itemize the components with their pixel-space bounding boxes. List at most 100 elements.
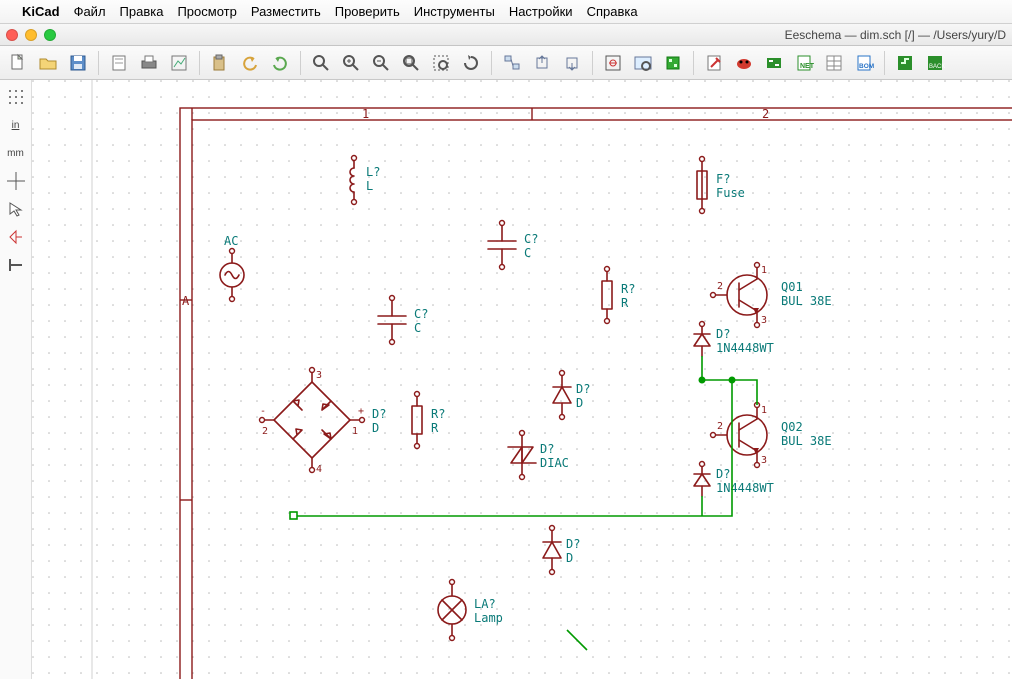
svg-text:C?: C? [414,307,428,321]
footprint-editor-button[interactable] [659,50,687,76]
svg-text:NET: NET [800,63,814,70]
svg-text:BUL 38E: BUL 38E [781,294,832,308]
pcb-run-button[interactable] [891,50,919,76]
window-title: Eeschema — dim.sch [/] — /Users/yury/D [64,28,1006,42]
svg-text:D?: D? [566,537,580,551]
window-close-button[interactable] [6,29,18,41]
menu-tools[interactable]: Инструменты [414,4,495,19]
toolbar-separator [300,51,301,75]
toolbar-separator [884,51,885,75]
paste-button[interactable] [206,50,234,76]
svg-text:D?: D? [372,407,386,421]
zoom-fit-button[interactable] [397,50,425,76]
netlist-button[interactable]: NET [790,50,818,76]
save-button[interactable] [64,50,92,76]
symbol-browser-button[interactable] [629,50,657,76]
symbol-editor-button[interactable] [599,50,627,76]
svg-text:F?: F? [716,172,730,186]
svg-text:1: 1 [761,405,767,416]
editor-area: in mm 1 2 [0,80,1012,679]
main-toolbar: NET BOM BACK [0,46,1012,80]
menu-place[interactable]: Разместить [251,4,321,19]
schematic-svg[interactable]: 1 2 A AC [32,80,1012,679]
svg-text:A: A [182,294,190,308]
svg-text:1N4448WT: 1N4448WT [716,341,774,355]
svg-text:R: R [431,421,439,435]
find-button[interactable] [307,50,335,76]
svg-text:C: C [414,321,421,335]
svg-text:D: D [566,551,573,565]
svg-text:D?: D? [716,467,730,481]
svg-text:-: - [260,406,266,417]
undo-button[interactable] [236,50,264,76]
svg-text:1: 1 [352,426,358,437]
print-button[interactable] [135,50,163,76]
svg-text:D?: D? [716,327,730,341]
hier-leave-button[interactable] [528,50,556,76]
svg-text:3: 3 [761,455,767,466]
svg-text:D: D [372,421,379,435]
zoom-out-button[interactable] [367,50,395,76]
symbol-fields-button[interactable] [820,50,848,76]
svg-text:L: L [366,179,373,193]
hidden-pins-button[interactable] [3,224,29,250]
page-setup-button[interactable] [105,50,133,76]
app-name[interactable]: KiCad [22,4,60,19]
units-in-button[interactable]: in [3,112,29,138]
redo-button[interactable] [266,50,294,76]
svg-text:3: 3 [761,315,767,326]
menu-file[interactable]: Файл [74,4,106,19]
traffic-lights [6,29,56,41]
schematic-canvas[interactable]: 1 2 A AC [32,80,1012,679]
erc-button[interactable] [730,50,758,76]
menu-edit[interactable]: Правка [120,4,164,19]
svg-text:1: 1 [761,265,767,276]
cursor-std-button[interactable] [3,196,29,222]
hier-nav-button[interactable] [498,50,526,76]
cursor-full-button[interactable] [3,168,29,194]
plot-button[interactable] [165,50,193,76]
window-titlebar: Eeschema — dim.sch [/] — /Users/yury/D [0,24,1012,46]
svg-text:R: R [621,296,629,310]
menu-help[interactable]: Справка [587,4,638,19]
new-button[interactable] [4,50,32,76]
refresh-button[interactable] [457,50,485,76]
svg-text:2: 2 [762,107,769,121]
grid-toggle-button[interactable] [3,84,29,110]
svg-text:LA?: LA? [474,597,496,611]
toolbar-separator [693,51,694,75]
svg-text:D?: D? [576,382,590,396]
annotate-button[interactable] [700,50,728,76]
zoom-window-button[interactable] [427,50,455,76]
svg-text:C?: C? [524,232,538,246]
window-zoom-button[interactable] [44,29,56,41]
svg-text:1: 1 [362,107,369,121]
svg-text:AC: AC [224,234,238,248]
svg-text:2: 2 [717,281,723,292]
svg-text:L?: L? [366,165,380,179]
svg-text:BUL 38E: BUL 38E [781,434,832,448]
menu-inspect[interactable]: Проверить [335,4,400,19]
svg-text:D: D [576,396,583,410]
svg-text:1N4448WT: 1N4448WT [716,481,774,495]
units-mm-button[interactable]: mm [3,140,29,166]
toolbar-separator [592,51,593,75]
hier-enter-button[interactable] [558,50,586,76]
bus-direction-button[interactable] [3,252,29,278]
cvpcb-button[interactable] [760,50,788,76]
toolbar-separator [491,51,492,75]
menubar: KiCad Файл Правка Просмотр Разместить Пр… [0,0,1012,24]
svg-text:C: C [524,246,531,260]
svg-text:2: 2 [717,421,723,432]
open-button[interactable] [34,50,62,76]
svg-text:2: 2 [262,426,268,437]
svg-text:BOM: BOM [859,63,874,70]
zoom-in-button[interactable] [337,50,365,76]
menu-view[interactable]: Просмотр [177,4,236,19]
window-minimize-button[interactable] [25,29,37,41]
svg-text:Lamp: Lamp [474,611,503,625]
bom-button[interactable]: BOM [850,50,878,76]
svg-text:Q01: Q01 [781,280,803,294]
menu-preferences[interactable]: Настройки [509,4,573,19]
pcb-back-button[interactable]: BACK [921,50,949,76]
